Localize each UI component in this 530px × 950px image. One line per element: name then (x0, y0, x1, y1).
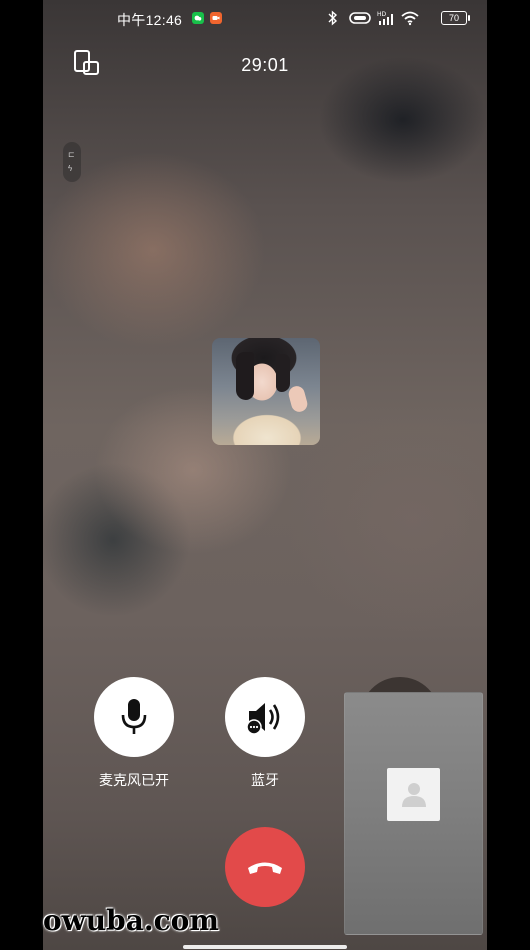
status-time: 中午12:46 (117, 12, 183, 28)
wechat-icon (192, 12, 204, 24)
speaker-label: 蓝牙 (251, 772, 279, 788)
wifi-icon (401, 11, 419, 26)
microphone-icon (121, 699, 147, 734)
person-icon (402, 783, 426, 807)
microphone-label: 麦克风已开 (99, 772, 169, 788)
link-icon (349, 12, 371, 24)
video-call-screen: 中午12:46 HD 70 29:01 ⊏ ϟ 麦克风已开 蓝牙 (43, 0, 487, 950)
call-timer: 29:01 (241, 55, 289, 75)
status-bar: 中午12:46 HD 70 (43, 0, 487, 36)
home-indicator[interactable] (183, 945, 347, 949)
speaker-icon (246, 703, 280, 735)
floating-edge-handle[interactable]: ⊏ ϟ (63, 142, 81, 182)
bluetooth-icon (328, 10, 338, 26)
hd-signal-icon: HD (377, 11, 393, 25)
remote-user-avatar (212, 338, 320, 445)
microphone-button[interactable] (94, 677, 174, 757)
speaker-bluetooth-button[interactable] (225, 677, 305, 757)
hang-up-icon (248, 862, 282, 874)
edge-icon-bottom: ϟ (68, 164, 73, 173)
watermark-text: owuba.com (43, 904, 219, 937)
hang-up-button[interactable] (225, 827, 305, 907)
self-preview-window[interactable] (344, 692, 483, 935)
video-app-icon (210, 12, 222, 24)
battery-icon: 70 (441, 11, 470, 25)
svg-text:HD: HD (377, 11, 387, 18)
edge-icon-top: ⊏ (68, 150, 75, 159)
status-icons: HD 70 (327, 10, 470, 26)
default-avatar (387, 768, 440, 821)
